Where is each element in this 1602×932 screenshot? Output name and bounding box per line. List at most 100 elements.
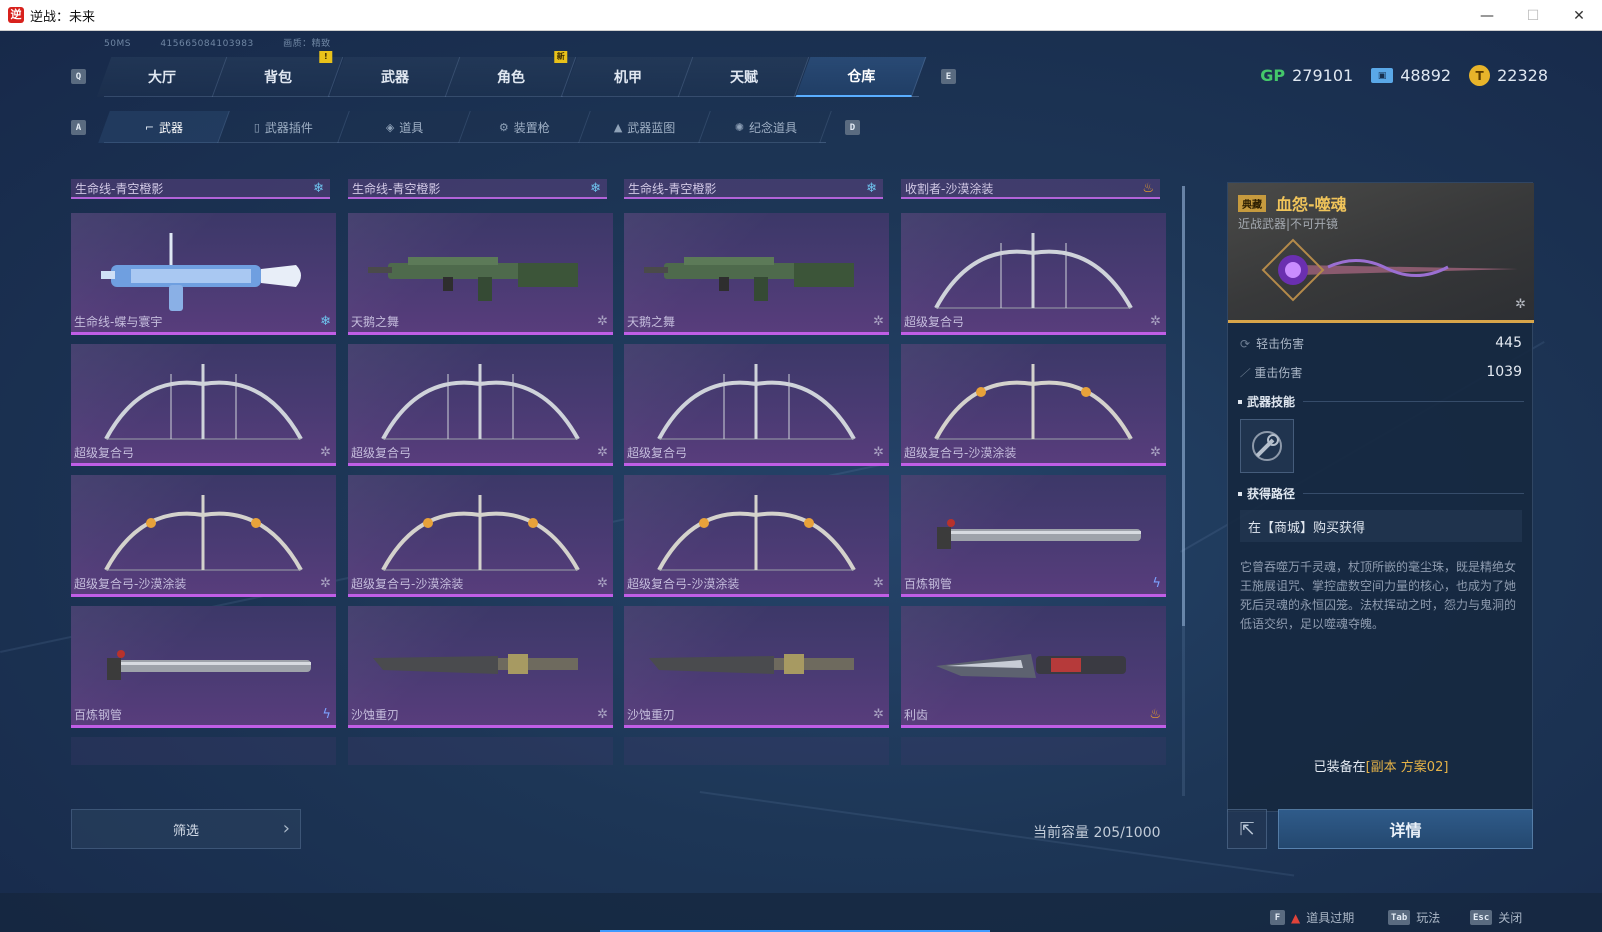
subtab-mementos[interactable]: ✺ 纪念道具 <box>699 111 832 143</box>
external-link-icon: ⇱ <box>1239 818 1255 840</box>
group-header[interactable]: 生命线-青空橙影 ❄ <box>348 179 607 199</box>
star-icon: ✲ <box>597 314 608 329</box>
star-icon: ✲ <box>1150 314 1161 329</box>
item-card[interactable]: 超级复合弓-沙漠涂装 ✲ <box>901 344 1166 466</box>
item-name: 百炼钢管 <box>904 577 953 591</box>
item-card[interactable]: 超级复合弓 ✲ <box>348 344 613 466</box>
detail-hero: 典藏 血怨-噬魂 近战武器|不可开镜 ✲ <box>1228 183 1534 323</box>
weapon-description: 它曾吞噬万千灵魂，杖顶所嵌的毫尘珠，既是精绝女王施展诅咒、掌控虚数空间力量的核心… <box>1240 560 1517 631</box>
item-card[interactable]: 超级复合弓-沙漠涂装 ✲ <box>348 475 613 597</box>
app-logo-icon: 逆 <box>8 7 24 23</box>
capacity-text: 当前容量 205/1000 <box>1033 825 1161 841</box>
ice-icon: ❄ <box>590 181 601 196</box>
stat-heavy-attack: ⟋ 重击伤害 1039 <box>1240 364 1522 380</box>
key-hint-d[interactable]: D <box>845 120 860 135</box>
star-icon: ✲ <box>1150 445 1161 460</box>
tab-weapons[interactable]: 武器 <box>329 57 461 97</box>
bottom-bar <box>0 893 1602 932</box>
item-card[interactable]: 超级复合弓-沙漠涂装 ✲ <box>624 475 889 597</box>
stat-light-attack: ⟳ 轻击伤害 445 <box>1240 335 1522 351</box>
close-button[interactable]: ✕ <box>1556 0 1602 31</box>
group-header[interactable]: 生命线-青空橙影 ❄ <box>624 179 883 199</box>
chevron-right-icon: › <box>282 818 290 839</box>
item-name: 天鹅之舞 <box>351 315 400 329</box>
item-card-partial[interactable] <box>71 737 336 765</box>
subtab-device-guns[interactable]: ⚙ 装置枪 <box>459 111 592 143</box>
item-card-partial[interactable] <box>624 737 889 765</box>
alert-badge: ! <box>320 51 334 63</box>
acquire-section-title: 获得路径 <box>1238 485 1524 502</box>
sub-nav: ⌐ 武器 ▯ 武器插件 ◈ 道具 ⚙ 装置枪 ▲ 武器蓝图 ✺ 纪念道具 <box>98 111 832 143</box>
details-button[interactable]: 详情 <box>1278 809 1533 849</box>
skill-icon <box>1252 431 1282 461</box>
item-card[interactable]: 沙蚀重刃 ✲ <box>348 606 613 728</box>
item-card[interactable]: 利齿 ♨ <box>901 606 1166 728</box>
tab-mecha[interactable]: 机甲 <box>562 57 694 97</box>
item-card-partial[interactable] <box>348 737 613 765</box>
subtab-weapons[interactable]: ⌐ 武器 <box>98 111 231 143</box>
equipped-status: 已装备在[副本 方案02] <box>1313 760 1449 775</box>
ice-icon: ❄ <box>866 181 877 196</box>
item-name: 沙蚀重刃 <box>351 708 400 722</box>
gp-value: 279101 <box>1292 66 1354 85</box>
gun-icon: ⌐ <box>144 120 154 134</box>
tab-characters[interactable]: 角色新 <box>445 51 577 97</box>
gp-icon: GP <box>1260 66 1286 85</box>
currency-bar: GP 279101 ▣ 48892 T 22328 <box>1260 65 1548 86</box>
session-info: 50MS 415665084103983 画质：精致 <box>104 36 357 49</box>
item-card[interactable]: 百炼钢管 ϟ <box>901 475 1166 597</box>
item-icon: ◈ <box>385 120 395 134</box>
fire-icon: ♨ <box>1142 181 1154 196</box>
acquire-path[interactable]: 在【商城】购买获得 <box>1240 510 1522 542</box>
subtab-items[interactable]: ◈ 道具 <box>338 111 471 143</box>
group-header[interactable]: 生命线-青空橙影 ❄ <box>71 179 330 199</box>
hint-expired-items[interactable]: F ▲ 道具过期 <box>1270 909 1354 926</box>
device-icon: ⚙ <box>499 120 510 134</box>
knife-art <box>936 654 1126 678</box>
key-hint-q[interactable]: Q <box>71 69 86 84</box>
item-card[interactable]: 生命线-蝶与寰宇 ❄ <box>71 213 336 335</box>
filter-button[interactable]: 筛选 › <box>71 809 301 849</box>
item-card[interactable]: 百炼钢管 ϟ <box>71 606 336 728</box>
item-name: 超级复合弓-沙漠涂装 <box>74 577 187 591</box>
item-name: 生命线-蝶与寰宇 <box>74 315 163 329</box>
tab-warehouse[interactable]: 仓库 <box>795 57 927 97</box>
item-card[interactable]: 超级复合弓-沙漠涂装 ✲ <box>71 475 336 597</box>
hint-gameplay[interactable]: Tab 玩法 <box>1388 909 1440 926</box>
tab-backpack[interactable]: 背包! <box>213 51 345 97</box>
hint-close[interactable]: Esc 关闭 <box>1470 909 1522 926</box>
warning-icon: ▲ <box>1291 910 1301 925</box>
currency-coin: T 22328 <box>1469 65 1548 86</box>
item-card[interactable]: 超级复合弓 ✲ <box>624 344 889 466</box>
item-card-partial[interactable] <box>901 737 1166 765</box>
tab-talent[interactable]: 天赋 <box>678 57 810 97</box>
item-card[interactable]: 天鹅之舞 ✲ <box>624 213 889 335</box>
item-card[interactable]: 天鹅之舞 ✲ <box>348 213 613 335</box>
chip-icon: ▯ <box>254 120 261 134</box>
key-hint-e[interactable]: E <box>941 69 956 84</box>
group-header[interactable]: 收割者-沙漠涂装 ♨ <box>901 179 1160 199</box>
window-controls: — ☐ ✕ <box>1464 0 1602 31</box>
light-attack-icon: ⟳ <box>1240 336 1251 351</box>
item-card[interactable]: 超级复合弓 ✲ <box>901 213 1166 335</box>
new-badge: 新 <box>554 51 568 63</box>
weapon-skill-slot[interactable] <box>1240 419 1294 473</box>
ticket-value: 48892 <box>1400 66 1452 85</box>
grid-scrollbar[interactable] <box>1182 186 1185 796</box>
currency-gp: GP 279101 <box>1260 66 1353 85</box>
subtab-attachments[interactable]: ▯ 武器插件 <box>218 111 351 143</box>
scrollbar-thumb[interactable] <box>1182 186 1185 626</box>
window-titlebar: 逆 逆战：未来 — ☐ ✕ <box>0 0 1602 31</box>
skill-section-title: 武器技能 <box>1238 393 1524 410</box>
quality-text: 画质：精致 <box>283 39 331 49</box>
star-icon: ✲ <box>873 707 884 722</box>
item-card[interactable]: 沙蚀重刃 ✲ <box>624 606 889 728</box>
item-card[interactable]: 超级复合弓 ✲ <box>71 344 336 466</box>
tab-lobby[interactable]: 大厅 <box>96 57 228 97</box>
minimize-button[interactable]: — <box>1464 0 1510 31</box>
key-hint-a[interactable]: A <box>71 120 86 135</box>
star-icon: ✲ <box>1515 297 1526 312</box>
background-line <box>699 791 1295 877</box>
share-button[interactable]: ⇱ <box>1227 809 1267 849</box>
subtab-blueprints[interactable]: ▲ 武器蓝图 <box>579 111 712 143</box>
